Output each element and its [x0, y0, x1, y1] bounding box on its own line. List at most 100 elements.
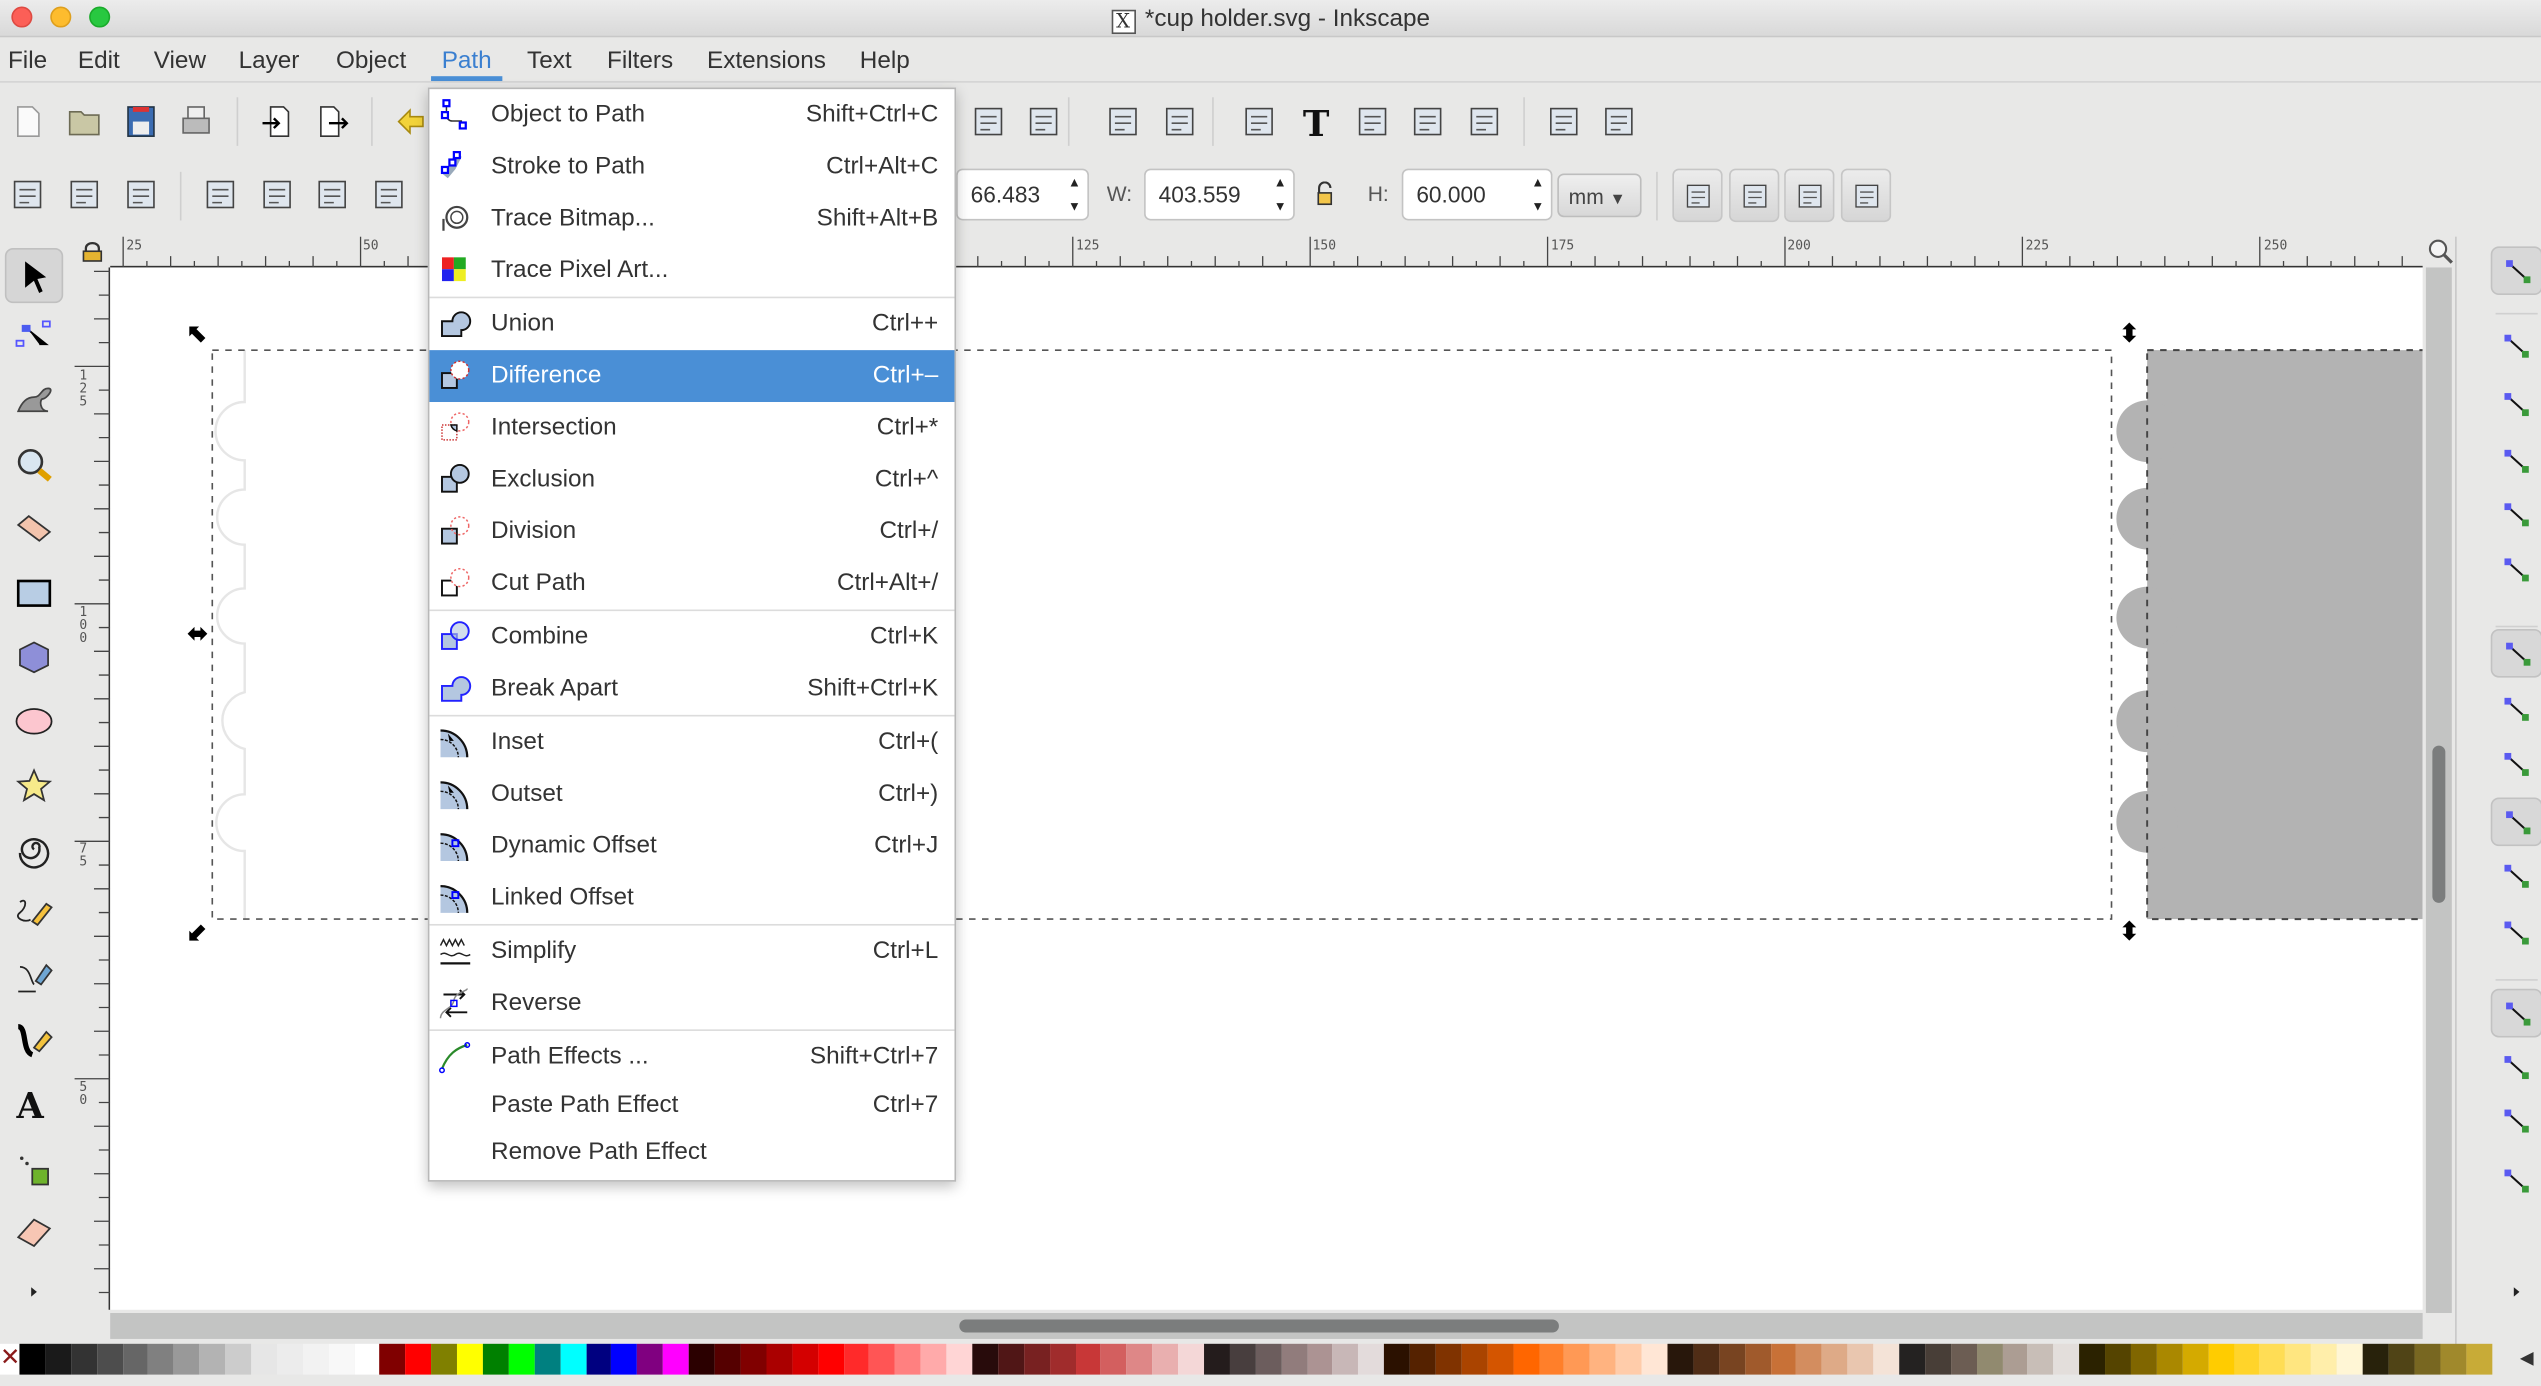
x-spinner[interactable]: ▲ ▼: [1061, 170, 1087, 219]
snap-bbox-center-button[interactable]: [2491, 546, 2541, 595]
tool-zoom[interactable]: [5, 438, 63, 493]
color-swatch[interactable]: [482, 1343, 509, 1375]
color-swatch[interactable]: [920, 1343, 947, 1375]
color-swatch[interactable]: [1667, 1343, 1694, 1375]
text-font-icon[interactable]: T: [1296, 102, 1335, 145]
menu-object[interactable]: Object: [336, 47, 406, 75]
tool-more-tools[interactable]: [5, 1264, 63, 1319]
menu-item-linked-offset[interactable]: Linked Offset: [429, 872, 954, 924]
color-swatch[interactable]: [2337, 1343, 2363, 1375]
rotate-cw-icon[interactable]: [258, 175, 297, 214]
flip-horizontal-icon[interactable]: [313, 175, 352, 214]
scale-corners-toggle[interactable]: [1729, 168, 1780, 223]
color-swatch[interactable]: [1332, 1343, 1359, 1375]
unit-dropdown[interactable]: mm ▼: [1557, 173, 1642, 218]
menu-item-division[interactable]: Division Ctrl+/: [429, 506, 954, 558]
color-swatch[interactable]: [1358, 1343, 1385, 1375]
color-swatch[interactable]: [1409, 1343, 1436, 1375]
menu-item-outset[interactable]: Outset Ctrl+): [429, 768, 954, 820]
color-swatch[interactable]: [972, 1343, 998, 1375]
color-swatch[interactable]: [997, 1343, 1024, 1375]
color-swatch[interactable]: [1178, 1343, 1204, 1375]
menu-item-object-to-path[interactable]: Object to Path Shift+Ctrl+C: [429, 89, 954, 141]
color-swatch[interactable]: [1615, 1343, 1642, 1375]
open-icon[interactable]: [65, 102, 104, 141]
color-swatch[interactable]: [1487, 1343, 1513, 1375]
menu-view[interactable]: View: [154, 47, 206, 75]
lock-lower-icon[interactable]: [1024, 102, 1063, 141]
document-properties-icon[interactable]: [1599, 102, 1638, 141]
snap-object-center-button[interactable]: [2491, 1044, 2541, 1093]
color-swatch[interactable]: [2440, 1343, 2466, 1375]
color-swatch[interactable]: [1049, 1343, 1076, 1375]
scale-handle-top-left[interactable]: ⬉: [187, 322, 209, 349]
snap-path-button[interactable]: [2491, 686, 2541, 735]
tool-star[interactable]: [5, 759, 63, 814]
color-swatch[interactable]: [2285, 1343, 2312, 1375]
tool-node-editor[interactable]: [5, 310, 63, 365]
tool-tweak[interactable]: [5, 370, 63, 425]
color-swatch[interactable]: [1718, 1343, 1745, 1375]
color-swatch[interactable]: [2362, 1343, 2389, 1375]
menu-item-simplify[interactable]: Simplify Ctrl+L: [429, 926, 954, 978]
deselect-icon[interactable]: [122, 175, 161, 214]
menu-item-paste-path-effect[interactable]: Paste Path Effect Ctrl+7: [429, 1083, 954, 1130]
import-icon[interactable]: [258, 102, 297, 141]
snap-smooth-button[interactable]: [2491, 853, 2541, 902]
tool-pencil[interactable]: [5, 885, 63, 940]
color-swatch[interactable]: [1590, 1343, 1616, 1375]
snap-bbox-button[interactable]: [2491, 323, 2541, 372]
snap-others-button[interactable]: [2490, 988, 2541, 1038]
color-swatch[interactable]: [1564, 1343, 1591, 1375]
horizontal-scrollbar-thumb[interactable]: [959, 1319, 1559, 1333]
color-swatch[interactable]: [946, 1343, 973, 1375]
color-swatch[interactable]: [1950, 1343, 1977, 1375]
menu-item-difference[interactable]: Difference Ctrl+–: [429, 350, 955, 403]
width-field[interactable]: 403.559 ▲ ▼: [1144, 168, 1295, 221]
tool-3d-box[interactable]: [5, 629, 63, 684]
snap-bbox-corner-button[interactable]: [2491, 438, 2541, 487]
color-swatch[interactable]: [2156, 1343, 2183, 1375]
color-swatch[interactable]: [379, 1343, 406, 1375]
menu-item-intersection[interactable]: Intersection Ctrl+*: [429, 402, 954, 454]
color-swatch[interactable]: [2028, 1343, 2054, 1375]
color-swatch[interactable]: [1899, 1343, 1926, 1375]
color-swatch[interactable]: [843, 1343, 870, 1375]
scale-stroke-toggle[interactable]: [1672, 168, 1723, 223]
color-swatch[interactable]: [1435, 1343, 1462, 1375]
flip-vertical-icon[interactable]: [369, 175, 408, 214]
snap-bbox-midpoint-button[interactable]: [2491, 491, 2541, 540]
color-swatch[interactable]: [791, 1343, 818, 1375]
snap-bbox-edge-button[interactable]: [2491, 381, 2541, 430]
export-icon[interactable]: [313, 102, 352, 141]
fill-stroke-icon[interactable]: [1240, 102, 1279, 141]
no-paint-swatch[interactable]: ✕: [0, 1343, 20, 1375]
color-swatch[interactable]: [457, 1343, 483, 1375]
color-swatch[interactable]: [2182, 1343, 2209, 1375]
scale-handle-middle-left[interactable]: ⬌: [187, 622, 209, 648]
guide-lock-icon[interactable]: [81, 240, 104, 263]
menu-path[interactable]: Path: [442, 47, 492, 75]
tool-rectangle[interactable]: [5, 566, 63, 621]
menu-item-union[interactable]: Union Ctrl++: [429, 298, 954, 350]
menu-item-break-apart[interactable]: Break Apart Shift+Ctrl+K: [429, 663, 954, 715]
lock-raise-icon[interactable]: [969, 102, 1008, 141]
color-swatch[interactable]: [1925, 1343, 1951, 1375]
color-swatch[interactable]: [1770, 1343, 1797, 1375]
color-swatch[interactable]: [637, 1343, 664, 1375]
color-swatch[interactable]: [1306, 1343, 1333, 1375]
color-swatch[interactable]: [2259, 1343, 2286, 1375]
color-swatch[interactable]: [1075, 1343, 1101, 1375]
color-swatch[interactable]: [766, 1343, 792, 1375]
layers-icon[interactable]: [1353, 102, 1392, 141]
new-document-icon[interactable]: [8, 102, 47, 141]
transform-patterns-toggle[interactable]: [1840, 168, 1892, 223]
snap-line-midpoint-button[interactable]: [2491, 909, 2541, 958]
tool-measure[interactable]: [5, 501, 63, 556]
color-swatch[interactable]: [2465, 1343, 2492, 1375]
xml-editor-icon[interactable]: [1408, 102, 1447, 141]
color-swatch[interactable]: [1744, 1343, 1771, 1375]
color-swatch[interactable]: [508, 1343, 535, 1375]
menu-item-dynamic-offset[interactable]: Dynamic Offset Ctrl+J: [429, 820, 954, 872]
color-swatch[interactable]: [148, 1343, 174, 1375]
